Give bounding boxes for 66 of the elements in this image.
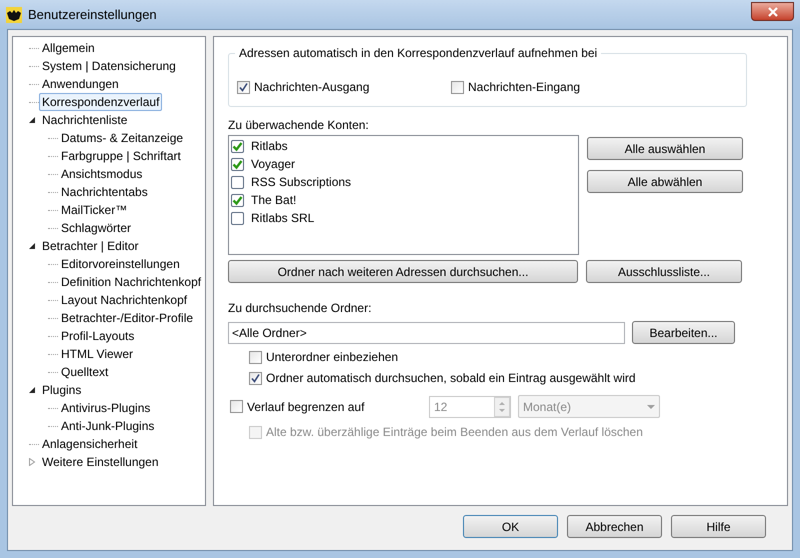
- dialog-button[interactable]: Ordner nach weiteren Adressen durchsuchen...: [228, 260, 578, 283]
- list-item[interactable]: RSS Subscriptions: [251, 173, 352, 191]
- dialog-button[interactable]: Alle auswählen: [587, 137, 743, 160]
- collapsed-arrow-icon[interactable]: [28, 458, 36, 466]
- dialog-button[interactable]: Alle abwählen: [587, 170, 743, 193]
- tree-item[interactable]: Korrespondenzverlauf: [39, 93, 162, 111]
- list-item[interactable]: Ritlabs SRL: [251, 209, 314, 227]
- checkbox[interactable]: [231, 140, 244, 152]
- tree-item[interactable]: Allgemein: [39, 39, 98, 57]
- expanded-arrow-icon[interactable]: [28, 242, 36, 250]
- checkbox-label: Verlauf begrenzen auf: [247, 398, 364, 416]
- tree-item[interactable]: Datums- & Zeitanzeige: [58, 129, 186, 147]
- checkbox[interactable]: [451, 80, 464, 94]
- dialog-button[interactable]: Ausschlussliste...: [586, 260, 742, 283]
- list-item[interactable]: Ritlabs: [251, 137, 288, 155]
- checkbox[interactable]: [249, 372, 262, 384]
- tree-item[interactable]: System | Datensicherung: [39, 57, 179, 75]
- expanded-arrow-icon[interactable]: [28, 386, 36, 394]
- tree-item[interactable]: Plugins: [39, 381, 84, 399]
- folders-field[interactable]: <Alle Ordner>: [228, 322, 625, 344]
- window-title: Benutzereinstellungen: [28, 6, 157, 24]
- tree-item[interactable]: Nachrichtenliste: [39, 111, 130, 129]
- tree-item[interactable]: Nachrichtentabs: [58, 183, 151, 201]
- checkbox[interactable]: [231, 194, 244, 206]
- field-label: Zu durchsuchende Ordner:: [228, 300, 372, 316]
- checkbox[interactable]: [231, 158, 244, 170]
- dialog-button[interactable]: Hilfe: [671, 515, 766, 538]
- checkbox-label: Alte bzw. überzählige Einträge beim Beenden aus dem Verlauf löschen: [266, 424, 643, 441]
- spin-arrows-icon: [494, 396, 510, 416]
- tree-item[interactable]: Schlagwörter: [58, 219, 134, 237]
- tree-item[interactable]: Ansichtsmodus: [58, 165, 146, 183]
- checkbox-label: Nachrichten-Ausgang: [254, 79, 370, 96]
- tree-item[interactable]: Layout Nachrichtenkopf: [58, 291, 190, 309]
- tree-item[interactable]: Definition Nachrichtenkopf: [58, 273, 204, 291]
- tree-item[interactable]: Betrachter-/Editor-Profile: [58, 309, 196, 327]
- field-label: Zu überwachende Konten:: [228, 117, 370, 133]
- dropdown-arrow-icon: [647, 404, 655, 408]
- tree-item[interactable]: HTML Viewer: [58, 345, 136, 363]
- close-button[interactable]: [751, 2, 794, 21]
- tree-item[interactable]: Antivirus-Plugins: [58, 399, 154, 417]
- tree-item[interactable]: Anti-Junk-Plugins: [58, 417, 158, 435]
- close-icon: [768, 6, 778, 16]
- dialog-button[interactable]: Bearbeiten...: [632, 321, 735, 344]
- checkbox[interactable]: [231, 176, 244, 188]
- tree-item[interactable]: Editorvoreinstellungen: [58, 255, 183, 273]
- tree-item[interactable]: MailTicker™: [58, 201, 130, 219]
- checkbox-label: Nachrichten-Eingang: [468, 79, 580, 96]
- bat-logo-icon: [6, 6, 22, 22]
- tree-item[interactable]: Profil-Layouts: [58, 327, 138, 345]
- dialog-button[interactable]: OK: [463, 515, 558, 538]
- tree-item[interactable]: Weitere Einstellungen: [39, 453, 162, 471]
- tree-item[interactable]: Betrachter | Editor: [39, 237, 142, 255]
- list-item[interactable]: The Bat!: [251, 191, 296, 209]
- checkbox[interactable]: [237, 80, 250, 94]
- group-legend: Adressen automatisch in den Korrespondenzverlauf aufnehmen bei: [235, 45, 602, 61]
- checkbox-label: Ordner automatisch durchsuchen, sobald ein Eintrag ausgewählt wird: [266, 370, 636, 387]
- list-item[interactable]: Voyager: [251, 155, 296, 173]
- checkbox[interactable]: [231, 212, 244, 224]
- tree-item[interactable]: Farbgruppe | Schriftart: [58, 147, 184, 165]
- tree-item[interactable]: Anlagensicherheit: [39, 435, 140, 453]
- expanded-arrow-icon[interactable]: [28, 116, 36, 124]
- tree-item[interactable]: Quelltext: [58, 363, 112, 381]
- dialog-button[interactable]: Abbrechen: [567, 515, 662, 538]
- tree-item[interactable]: Anwendungen: [39, 75, 122, 93]
- checkbox-label: Unterordner einbeziehen: [266, 349, 398, 366]
- checkbox[interactable]: [249, 350, 262, 364]
